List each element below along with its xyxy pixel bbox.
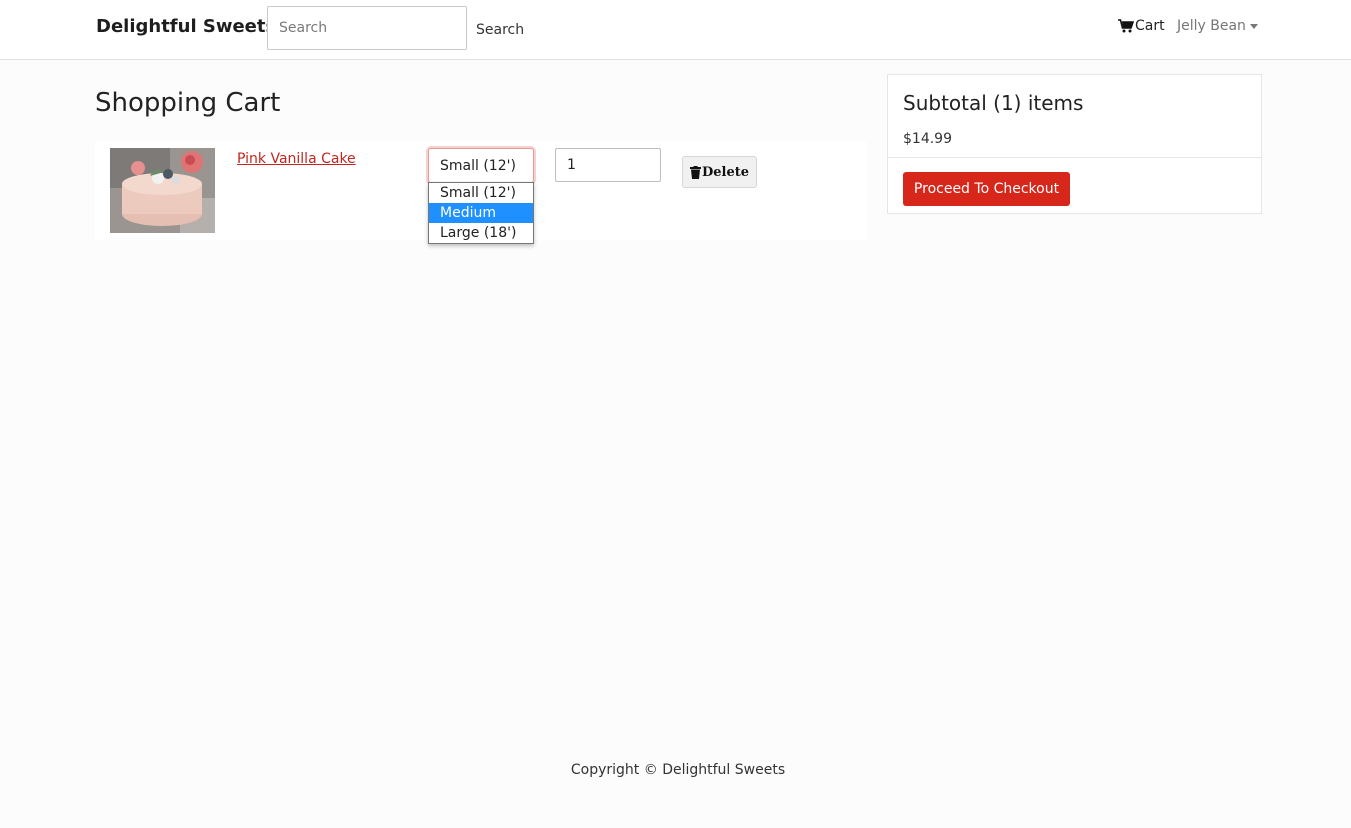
product-name-link[interactable]: Pink Vanilla Cake xyxy=(237,151,356,167)
cart-item-row: Pink Vanilla Cake Small (12') Small (12'… xyxy=(95,141,866,244)
size-option-large[interactable]: Large (18') xyxy=(429,223,533,243)
search-button[interactable]: Search xyxy=(476,22,524,38)
search-input[interactable] xyxy=(267,6,467,50)
cart-link[interactable]: Cart xyxy=(1118,18,1165,34)
navbar: Delightful Sweets Search Cart Jelly Bean xyxy=(0,0,1351,60)
divider xyxy=(888,157,1261,158)
user-menu-dropdown[interactable]: Jelly Bean xyxy=(1177,18,1258,34)
trash-icon xyxy=(689,165,701,179)
order-summary-card: Subtotal (1) items $14.99 Proceed To Che… xyxy=(887,74,1262,214)
caret-down-icon xyxy=(1249,23,1258,29)
user-name: Jelly Bean xyxy=(1177,18,1246,34)
size-option-small[interactable]: Small (12') xyxy=(429,183,533,203)
cart-icon xyxy=(1118,19,1134,33)
subtotal-price: $14.99 xyxy=(903,131,952,147)
brand-logo[interactable]: Delightful Sweets xyxy=(96,16,276,37)
footer-copyright: Copyright © Delightful Sweets xyxy=(570,762,786,778)
delete-button[interactable]: Delete xyxy=(682,156,757,188)
size-dropdown-list: Small (12') Medium (14') Large (18') xyxy=(428,182,534,244)
subtotal-title: Subtotal (1) items xyxy=(903,91,1084,115)
quantity-input[interactable] xyxy=(555,148,661,182)
size-select[interactable]: Small (12') xyxy=(428,148,534,183)
page-title: Shopping Cart xyxy=(95,88,281,118)
cart-label: Cart xyxy=(1135,18,1165,34)
proceed-to-checkout-button[interactable]: Proceed To Checkout xyxy=(903,172,1070,206)
product-image xyxy=(110,148,215,233)
size-option-medium[interactable]: Medium (14') xyxy=(429,203,533,241)
delete-label: Delete xyxy=(701,164,750,180)
